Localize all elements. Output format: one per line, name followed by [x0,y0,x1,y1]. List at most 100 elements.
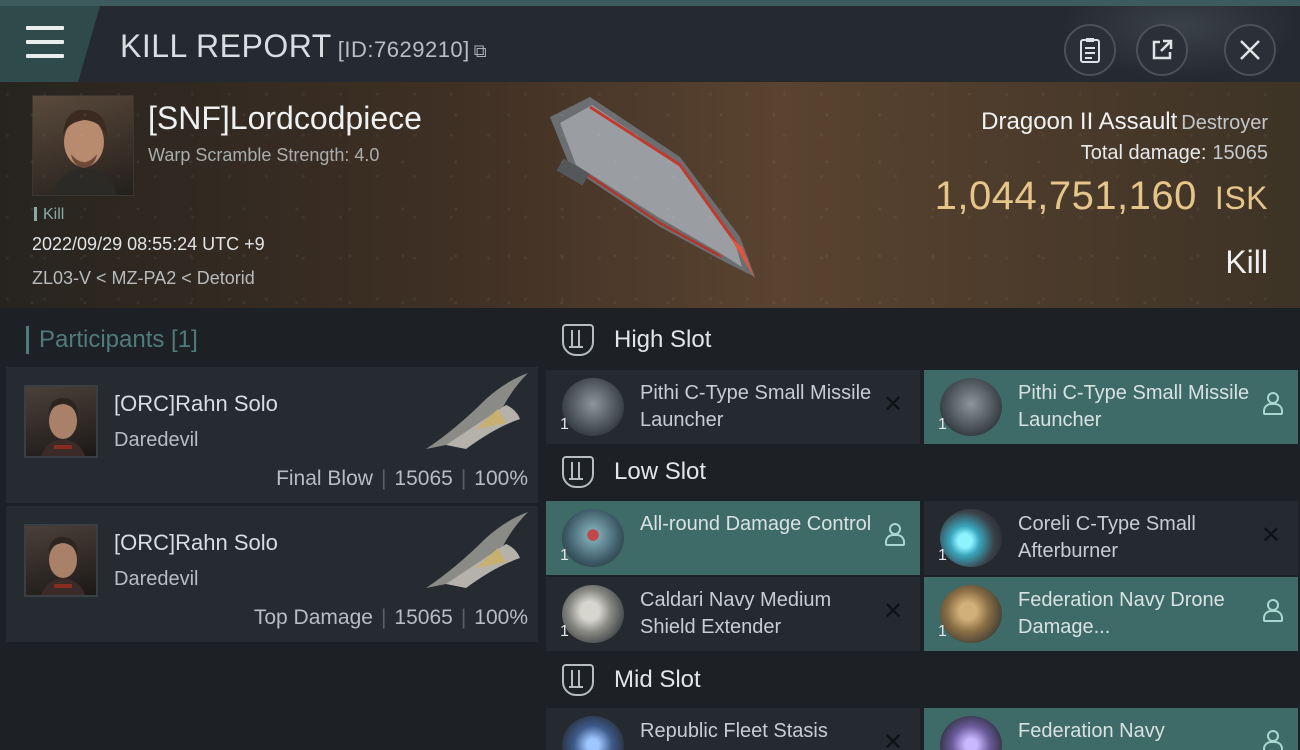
title-bar: KILL REPORT [ID:7629210] ⧉ [0,0,1300,88]
mid-slot-header: Mid Slot [540,650,1300,710]
isk-unit: ISK [1214,180,1268,216]
item-quantity: 1 [560,547,569,564]
item-quantity: 1 [560,623,569,640]
participants-heading: Participants [1] [26,326,198,354]
isk-value: 1,044,751,160 ISK [935,174,1268,219]
item-name: Federation Navy Drone Damage... [1018,589,1225,638]
daredevil-ship-icon [426,512,528,588]
item-name: Caldari Navy Medium Shield Extender [640,589,832,638]
participant-portrait-icon [41,397,85,456]
item-quantity: 1 [938,623,947,640]
avatar [53,109,117,195]
participant-role: Final Blow [276,467,373,490]
victim-name[interactable]: [SNF]Lordcodpiece [148,100,422,137]
dropped-pilot-icon [1258,392,1284,418]
fitting-item[interactable]: Federation Navy [924,708,1298,750]
page-title: KILL REPORT [ID:7629210] ⧉ [120,28,487,65]
high-slot-icon [562,324,594,356]
item-name: Federation Navy [1018,720,1165,742]
item-name: Republic Fleet Stasis [640,720,828,742]
item-name: Pithi C-Type Small Missile Launcher [1018,382,1250,431]
participant-ship: Daredevil [114,429,199,451]
low-slot-icon [562,456,594,488]
participant-row[interactable]: [ORC]Rahn Solo Daredevil Top Damage | 1506… [6,506,538,642]
destroyed-x-icon: ✕ [1260,522,1282,549]
item-quantity: 1 [938,416,947,433]
avatar[interactable] [24,385,98,458]
title-text: KILL REPORT [120,28,332,64]
participant-role: Top Damage [253,606,373,629]
ship-render [550,97,755,279]
separator: | [460,467,467,490]
destroyed-x-icon: ✕ [882,729,904,750]
low-slot-header: Low Slot [540,442,1300,502]
clipboard-button[interactable] [1064,24,1116,76]
separator: | [380,606,387,629]
shield-extender-icon [562,585,624,643]
missile-launcher-icon [940,378,1002,436]
participant-damage: 15065 [394,467,453,490]
isk-amount: 1,044,751,160 [934,174,1197,218]
external-link-icon [1152,39,1173,60]
kill-timestamp: 2022/09/29 08:55:24 UTC +9 [32,234,265,254]
participant-row[interactable]: [ORC]Rahn Solo Daredevil Final Blow | 1506… [6,367,538,503]
afterburner-icon [940,509,1002,567]
daredevil-ship-icon [426,373,528,449]
kill-location[interactable]: ZL03-V < MZ-PA2 < Detorid [32,268,255,289]
fitting-item[interactable]: 1 Pithi C-Type Small Missile Launcher [924,370,1298,444]
participant-name[interactable]: [ORC]Rahn Solo [114,530,278,556]
dropped-pilot-icon [1258,599,1284,625]
fitting-item[interactable]: 1 Coreli C-Type Small Afterburner ✕ [924,501,1298,575]
high-slot-title: High Slot [614,326,712,353]
separator: | [460,606,467,629]
total-damage: Total damage: 15065 [1081,142,1268,165]
clipboard-icon [1080,38,1100,63]
close-icon [1240,40,1260,60]
mid-slot-icon [562,664,594,696]
item-name: Coreli C-Type Small Afterburner [1018,513,1196,562]
copy-icon[interactable]: ⧉ [474,41,487,61]
hamburger-menu-icon[interactable] [26,26,64,60]
participant-name[interactable]: [ORC]Rahn Solo [114,391,278,417]
participants-panel: Participants [1] [ORC]Rahn Solo Daredevi… [0,308,540,750]
kill-badge-label: Kill [43,206,65,223]
share-button[interactable] [1136,24,1188,76]
avatar[interactable] [24,524,98,597]
destroyed-x-icon: ✕ [882,391,904,418]
participant-damage: 15065 [394,606,453,629]
missile-launcher-icon [562,378,624,436]
participant-percent: 100% [474,467,528,490]
report-id: [ID:7629210] [337,37,470,62]
ship-name: Dragoon II Assault [981,108,1178,135]
fitting-panel: High Slot 1 Pithi C-Type Small Missile L… [540,308,1300,750]
participant-percent: 100% [474,606,528,629]
drone-damage-icon [940,585,1002,643]
ship-class: Destroyer [1181,112,1268,134]
fitting-item[interactable]: 1 All-round Damage Control [546,501,920,575]
victim-summary: [SNF]Lordcodpiece Warp Scramble Strength… [0,82,1300,308]
participant-portrait-icon [41,536,85,595]
close-button[interactable] [1224,24,1276,76]
fitting-item[interactable]: 1 Pithi C-Type Small Missile Launcher ✕ [546,370,920,444]
kill-badge: Kill [34,206,64,224]
participant-ship: Daredevil [114,568,199,590]
fitting-item[interactable]: Republic Fleet Stasis ✕ [546,708,920,750]
destroyed-x-icon: ✕ [882,598,904,625]
damage-control-icon [562,509,624,567]
warp-scramble-strength: Warp Scramble Strength: 4.0 [148,145,380,165]
victim-portrait[interactable] [32,95,134,196]
victim-ship[interactable]: Dragoon II Assault Destroyer [981,108,1268,136]
participant-stats: Final Blow | 15065 | 100% [276,467,528,491]
separator: | [380,467,387,490]
dropped-pilot-icon [880,523,906,549]
fitting-item[interactable]: 1 Caldari Navy Medium Shield Extender ✕ [546,577,920,651]
module-icon [940,716,1002,750]
item-quantity: 1 [560,416,569,433]
high-slot-header: High Slot [540,310,1300,370]
item-name: All-round Damage Control [640,513,872,535]
fitting-item[interactable]: 1 Federation Navy Drone Damage... [924,577,1298,651]
mid-slot-title: Mid Slot [614,666,701,693]
item-name: Pithi C-Type Small Missile Launcher [640,382,872,431]
item-quantity: 1 [938,547,947,564]
total-damage-value: 15065 [1212,142,1268,164]
